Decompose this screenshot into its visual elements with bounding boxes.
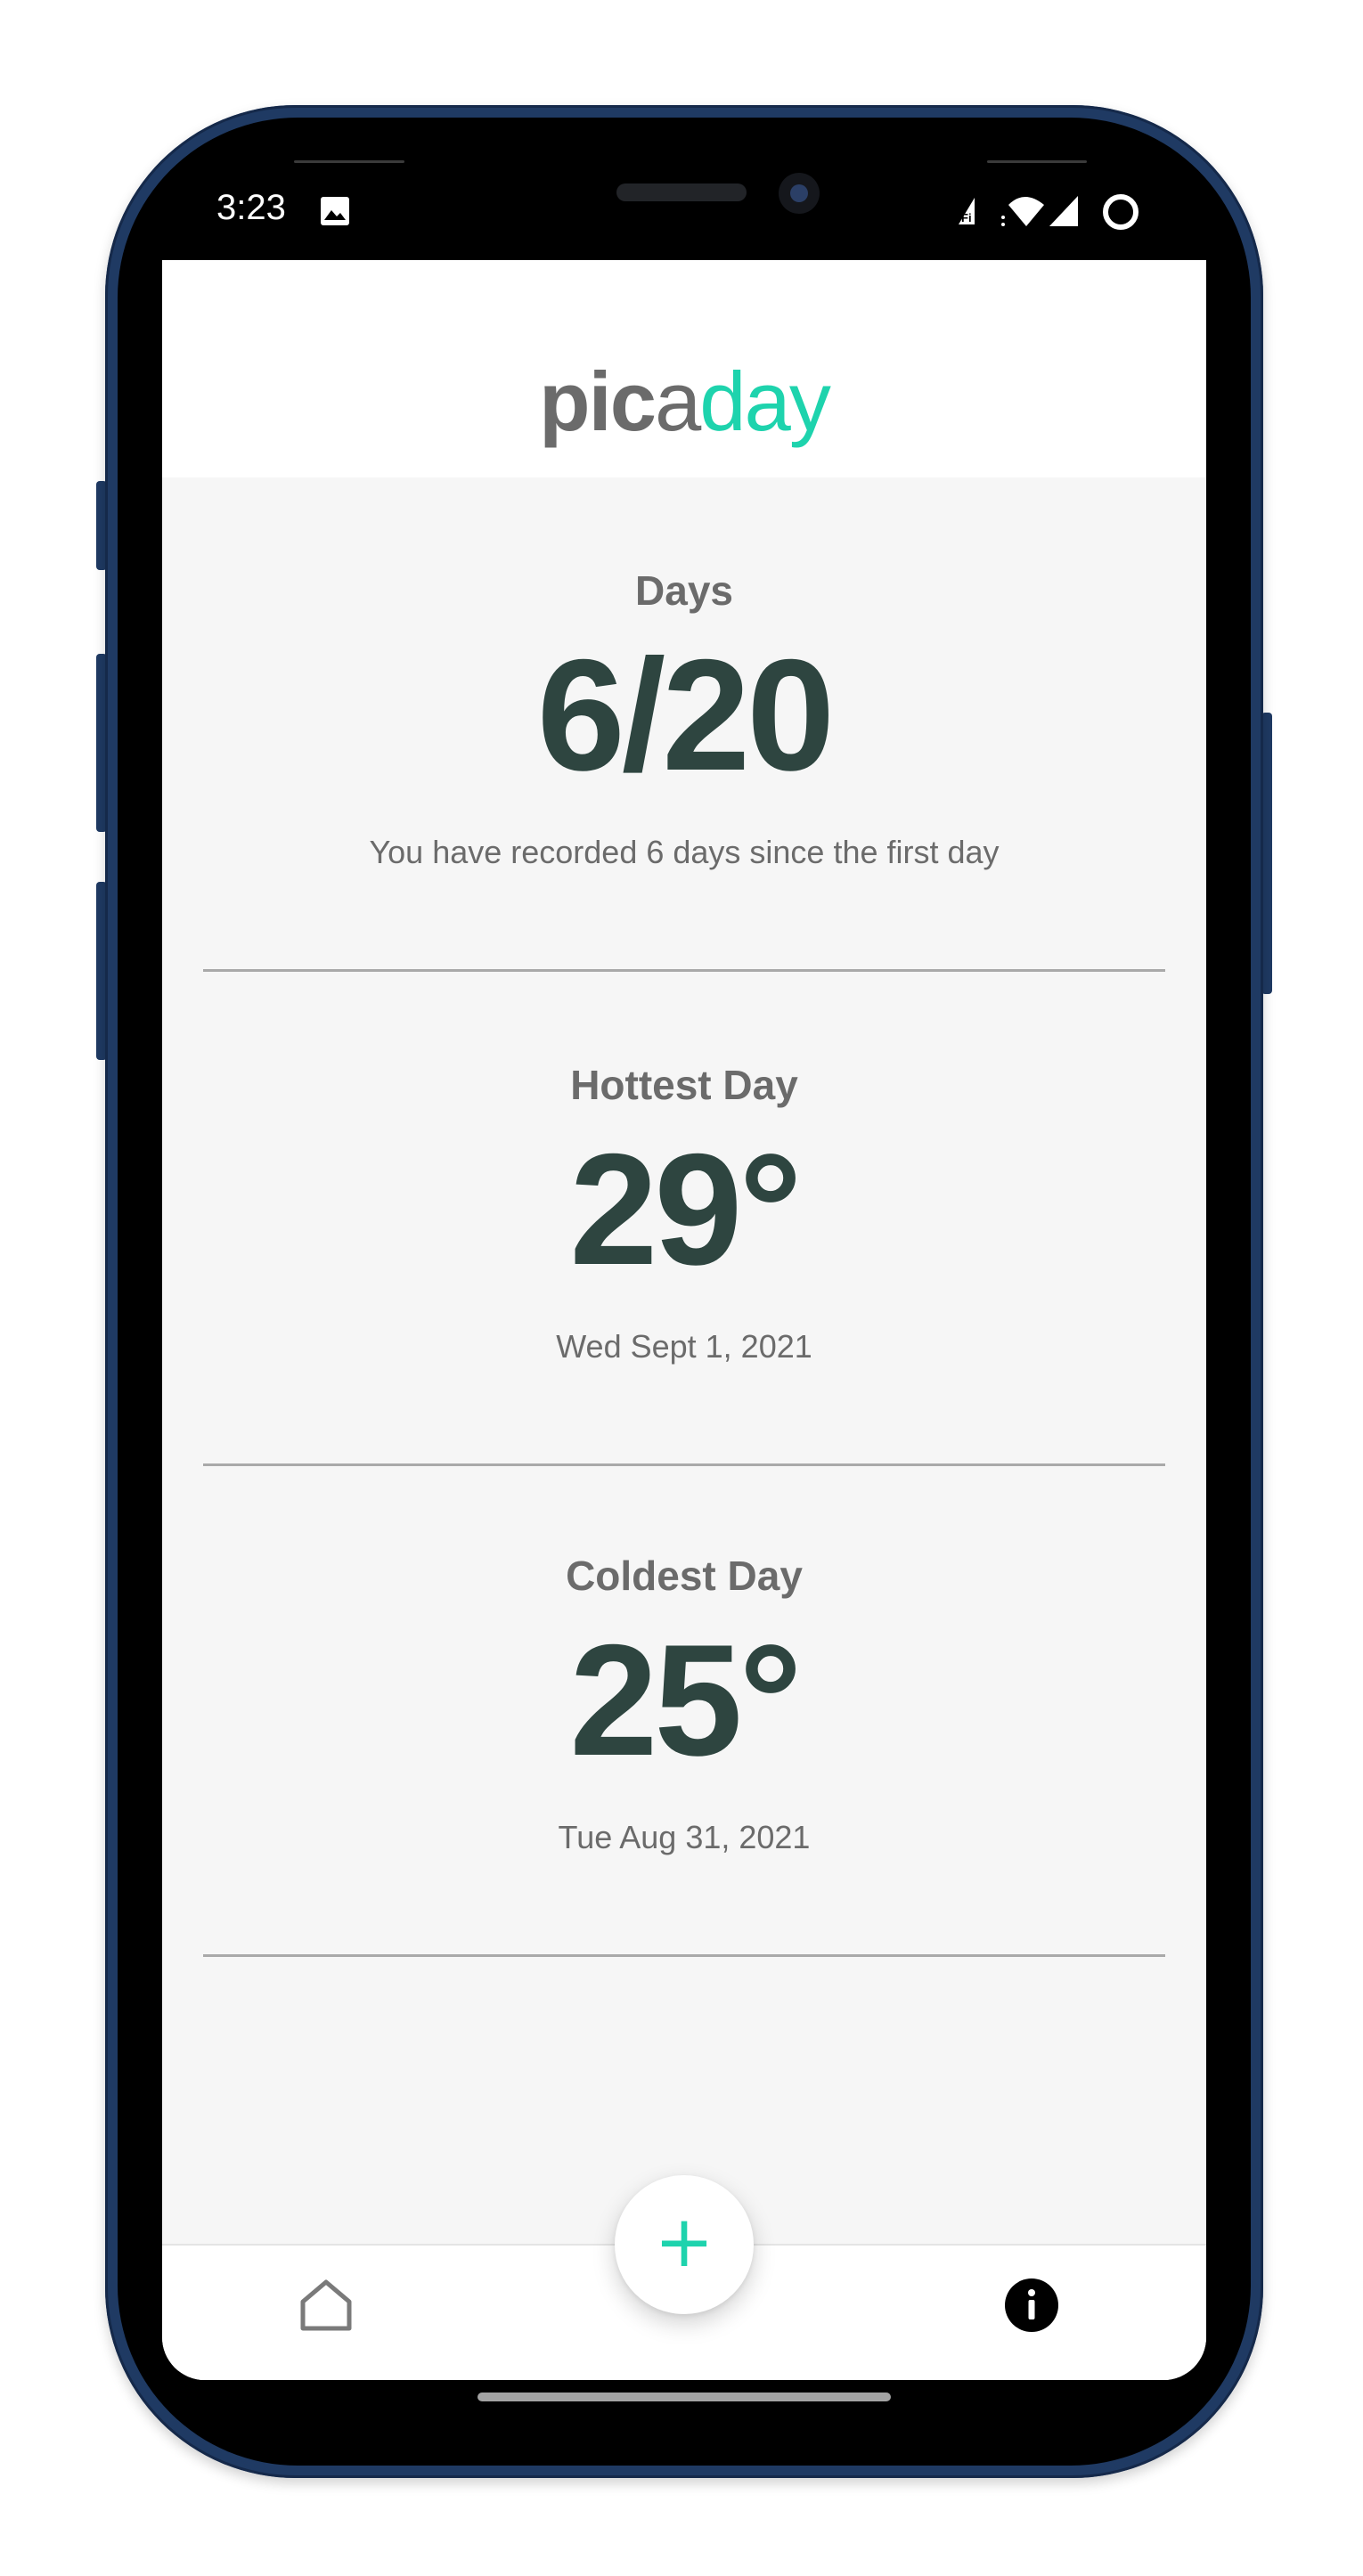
bezel-line-right	[987, 160, 1087, 163]
hottest-day-label: Hottest Day	[570, 1062, 798, 1108]
days-label: Days	[635, 567, 733, 614]
hottest-day-section: Hottest Day 29° Wed Sept 1, 2021	[203, 972, 1165, 1466]
days-caption: You have recorded 6 days since the first…	[369, 834, 1000, 870]
app-header: picaday	[162, 260, 1206, 477]
app-logo: picaday	[162, 360, 1206, 444]
wifi-calling-icon: Fi	[959, 198, 975, 224]
coldest-day-label: Coldest Day	[566, 1553, 803, 1599]
app-screen: picaday Days 6/20 You have recorded 6 da…	[162, 260, 1206, 2380]
cellular-signal-icon	[1049, 196, 1078, 226]
logo-part-a: a	[654, 355, 701, 448]
front-camera	[779, 173, 820, 214]
info-icon[interactable]	[1003, 2277, 1060, 2334]
coldest-day-section: Coldest Day 25° Tue Aug 31, 2021	[203, 1463, 1165, 1957]
days-value: 6/20	[536, 626, 835, 803]
home-icon[interactable]	[298, 2277, 355, 2334]
plus-icon: +	[654, 2200, 714, 2283]
logo-part-pic: pic	[539, 355, 657, 448]
coldest-day-value: 25°	[569, 1611, 802, 1789]
days-section: Days 6/20 You have recorded 6 days since…	[203, 477, 1165, 972]
wifi-icon	[1001, 197, 1044, 226]
status-icons: Fi	[959, 194, 1139, 230]
loading-ring-icon	[1103, 194, 1139, 230]
logo-part-day: day	[699, 355, 831, 448]
speaker-grill	[616, 183, 747, 201]
hottest-day-date: Wed Sept 1, 2021	[556, 1328, 812, 1365]
add-entry-button[interactable]: +	[615, 2175, 754, 2314]
status-time: 3:23	[216, 188, 286, 227]
hottest-day-value: 29°	[569, 1121, 802, 1298]
coldest-day-date: Tue Aug 31, 2021	[558, 1819, 811, 1855]
home-indicator[interactable]	[477, 2393, 891, 2401]
gallery-icon	[321, 197, 349, 225]
svg-text:Fi: Fi	[961, 211, 972, 224]
bezel-line-left	[294, 160, 404, 163]
